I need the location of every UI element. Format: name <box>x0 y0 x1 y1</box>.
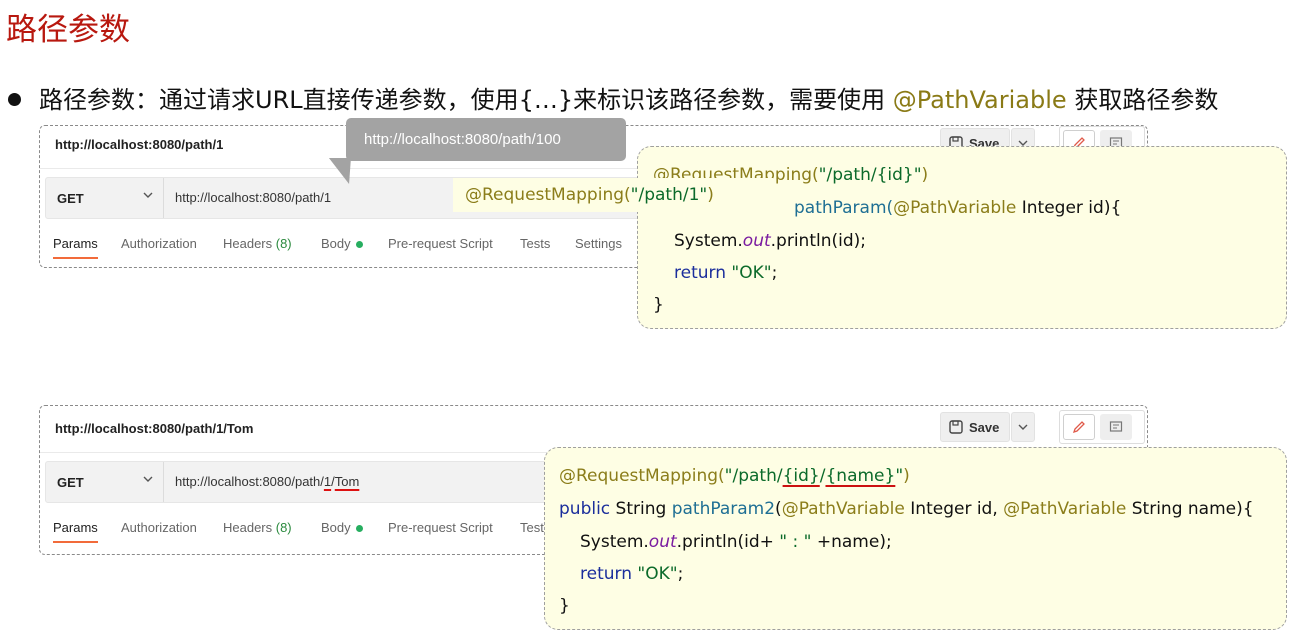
request-title: http://localhost:8080/path/1 <box>55 137 224 152</box>
body-status-dot <box>355 241 363 249</box>
path-id-placeholder: {id} <box>782 466 820 486</box>
save-label: Save <box>969 419 1000 435</box>
method-label: GET <box>57 474 84 490</box>
url-input[interactable]: http://localhost:8080/path/1/Tom <box>175 474 359 489</box>
slide-title: 路径参数 <box>6 12 130 48</box>
code-line-signature: public String pathParam2(@PathVariable I… <box>559 499 1254 519</box>
code-line-print: System.out.println(id); <box>674 231 866 251</box>
method-select[interactable]: GET <box>46 178 164 218</box>
code-line-close: } <box>559 596 570 616</box>
code-line-annotation: @RequestMapping("/path/{id}/{name}") <box>559 466 910 486</box>
headers-count: (8) <box>275 236 292 251</box>
tab-headers-label: Headers <box>223 520 276 535</box>
url-input[interactable]: http://localhost:8080/path/1 <box>175 190 331 205</box>
chevron-down-icon <box>143 192 153 198</box>
code-line-close: } <box>653 295 664 315</box>
tab-body[interactable]: Body <box>321 236 363 251</box>
tab-authorization[interactable]: Authorization <box>121 520 197 535</box>
bullet-highlight: @PathVariable <box>892 86 1067 114</box>
chevron-down-icon <box>143 476 153 482</box>
code-panel-1: @RequestMapping("/path/{id}") pathParam(… <box>637 146 1287 329</box>
tab-params[interactable]: Params <box>53 520 98 543</box>
code-panel-2: @RequestMapping("/path/{id}/{name}") pub… <box>544 447 1287 630</box>
tab-headers[interactable]: Headers (8) <box>223 520 292 535</box>
code-line-print: System.out.println(id+ " : " +name); <box>580 532 892 552</box>
tab-body-label: Body <box>321 236 351 251</box>
bullet-dot <box>8 92 21 106</box>
tab-params[interactable]: Params <box>53 236 98 259</box>
tab-pre-request-script[interactable]: Pre-request Script <box>388 520 493 535</box>
bullet-line: 路径参数：通过请求URL直接传递参数，使用{…}来标识该路径参数，需要使用 @P… <box>8 80 1218 115</box>
code-line-return: return "OK"; <box>580 564 684 584</box>
request-title: http://localhost:8080/path/1/Tom <box>55 421 254 436</box>
body-status-dot <box>355 525 363 533</box>
method-label: GET <box>57 190 84 206</box>
headers-count: (8) <box>275 520 292 535</box>
mini-annotation: @RequestMapping("/path/1") <box>453 178 773 212</box>
method-select[interactable]: GET <box>46 462 164 502</box>
comment-tool-button[interactable] <box>1100 414 1132 440</box>
edit-tool-button[interactable] <box>1063 414 1095 440</box>
tab-body[interactable]: Body <box>321 520 363 535</box>
side-tools <box>1059 410 1145 444</box>
save-options-button[interactable] <box>1011 412 1035 442</box>
pencil-icon <box>1072 421 1085 434</box>
url-tooltip: http://localhost:8080/path/100 <box>346 118 626 161</box>
url-name-segment: Tom <box>334 474 360 489</box>
tab-headers-label: Headers <box>223 236 276 251</box>
save-icon <box>949 420 963 434</box>
tab-settings[interactable]: Settings <box>575 236 622 251</box>
comment-icon <box>1109 421 1123 432</box>
chevron-down-icon <box>1018 424 1028 430</box>
request-bar: GET http://localhost:8080/path/1/Tom <box>45 461 565 503</box>
code-line-signature: pathParam(@PathVariable Integer id){ <box>794 198 1122 218</box>
tab-authorization[interactable]: Authorization <box>121 236 197 251</box>
path-name-placeholder: {name} <box>825 466 896 486</box>
tab-tests[interactable]: Test <box>520 520 544 535</box>
tab-headers[interactable]: Headers (8) <box>223 236 292 251</box>
tab-tests[interactable]: Tests <box>520 236 550 251</box>
save-button[interactable]: Save <box>940 412 1010 442</box>
bullet-text: 路径参数：通过请求URL直接传递参数，使用{…}来标识该路径参数，需要使用 <box>39 86 893 114</box>
bullet-text-suffix: 获取路径参数 <box>1066 86 1219 114</box>
tab-body-label: Body <box>321 520 351 535</box>
code-line-return: return "OK"; <box>674 263 778 283</box>
tab-pre-request-script[interactable]: Pre-request Script <box>388 236 493 251</box>
